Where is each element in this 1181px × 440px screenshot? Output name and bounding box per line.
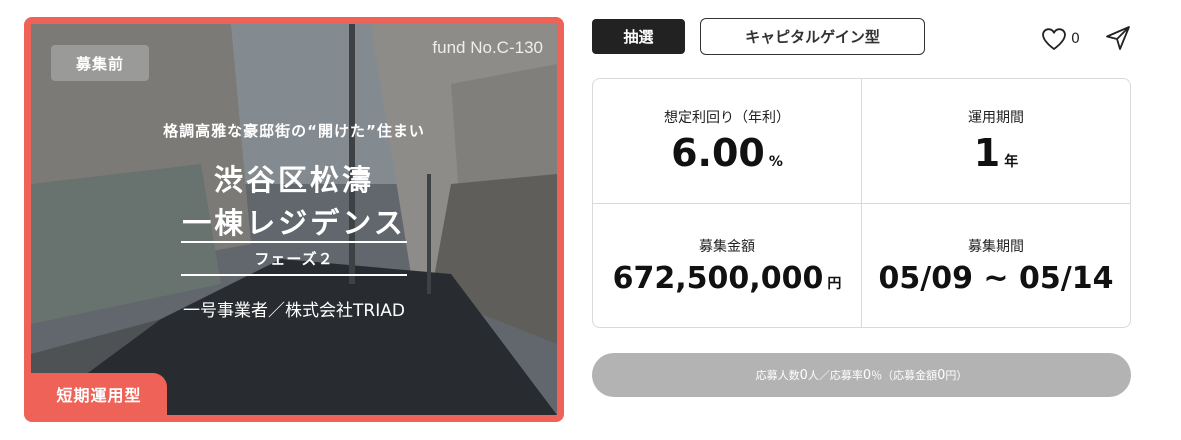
period-unit: 年 [1004,154,1019,171]
amount-value-row: 672,500,000 円 [613,262,842,295]
yield-label: 想定利回り（年利） [664,110,790,127]
operator-name: 一号事業者／株式会社TRIAD [183,301,405,321]
apply-text-1: 応募人数 [755,369,800,382]
lottery-tag: 抽選 [592,19,685,54]
fund-card-image[interactable]: 募集前 fund No.C-130 格調高雅な豪邸街の“開けた”住まい 渋谷区松… [24,17,564,422]
divider [181,241,407,243]
period-label: 運用期間 [968,110,1024,127]
fund-title-line-2: 一棟レジデンス [182,206,406,240]
like-count: 0 [1071,31,1080,47]
recruit-period-value: 05/09 ~ 05/14 [878,261,1114,296]
apply-amount: 0 [937,367,946,383]
fund-number: fund No.C-130 [432,38,543,57]
period-value-row: 1年 [973,131,1019,176]
send-icon[interactable] [1104,24,1132,52]
yield-unit: % [768,154,783,171]
applicant-count: 0 [799,367,808,383]
yield-value-row: 6.00% [671,131,783,176]
apply-text-2: 人／応募率 [807,369,863,382]
fund-title-line-1: 渋谷区松濤 [213,163,374,197]
yield-cell: 想定利回り（年利） 6.00% [593,79,861,203]
heart-icon [1042,28,1066,50]
like-button[interactable]: 0 [1041,26,1080,52]
divider [181,274,407,276]
amount-unit: 円 [827,276,842,292]
investment-type-tag: キャピタルゲイン型 [700,18,925,55]
recruit-period-cell: 募集期間 05/09 ~ 05/14 [861,203,1130,327]
recruit-period-label: 募集期間 [968,239,1024,255]
status-badge: 募集前 [51,45,149,81]
yield-value: 6.00 [671,131,765,176]
apply-text-4: 円） [945,369,968,382]
fund-stats-table: 想定利回り（年利） 6.00% 運用期間 1年 募集金額 672,500,000… [592,78,1131,328]
period-cell: 運用期間 1年 [861,79,1130,203]
period-value: 1 [973,131,1001,176]
amount-label: 募集金額 [699,239,755,255]
amount-value: 672,500,000 [612,261,824,296]
amount-cell: 募集金額 672,500,000 円 [593,203,861,327]
phase-label: フェーズ２ [254,250,334,268]
apply-status-button[interactable]: 応募人数 0 人／応募率 0 ％（応募金額 0 円） [592,353,1131,397]
apply-text-3: ％（応募金額 [871,369,938,382]
catch-copy: 格調高雅な豪邸街の“開けた”住まい [163,122,425,140]
fund-type-badge: 短期運用型 [31,373,167,415]
apply-rate: 0 [862,367,872,383]
